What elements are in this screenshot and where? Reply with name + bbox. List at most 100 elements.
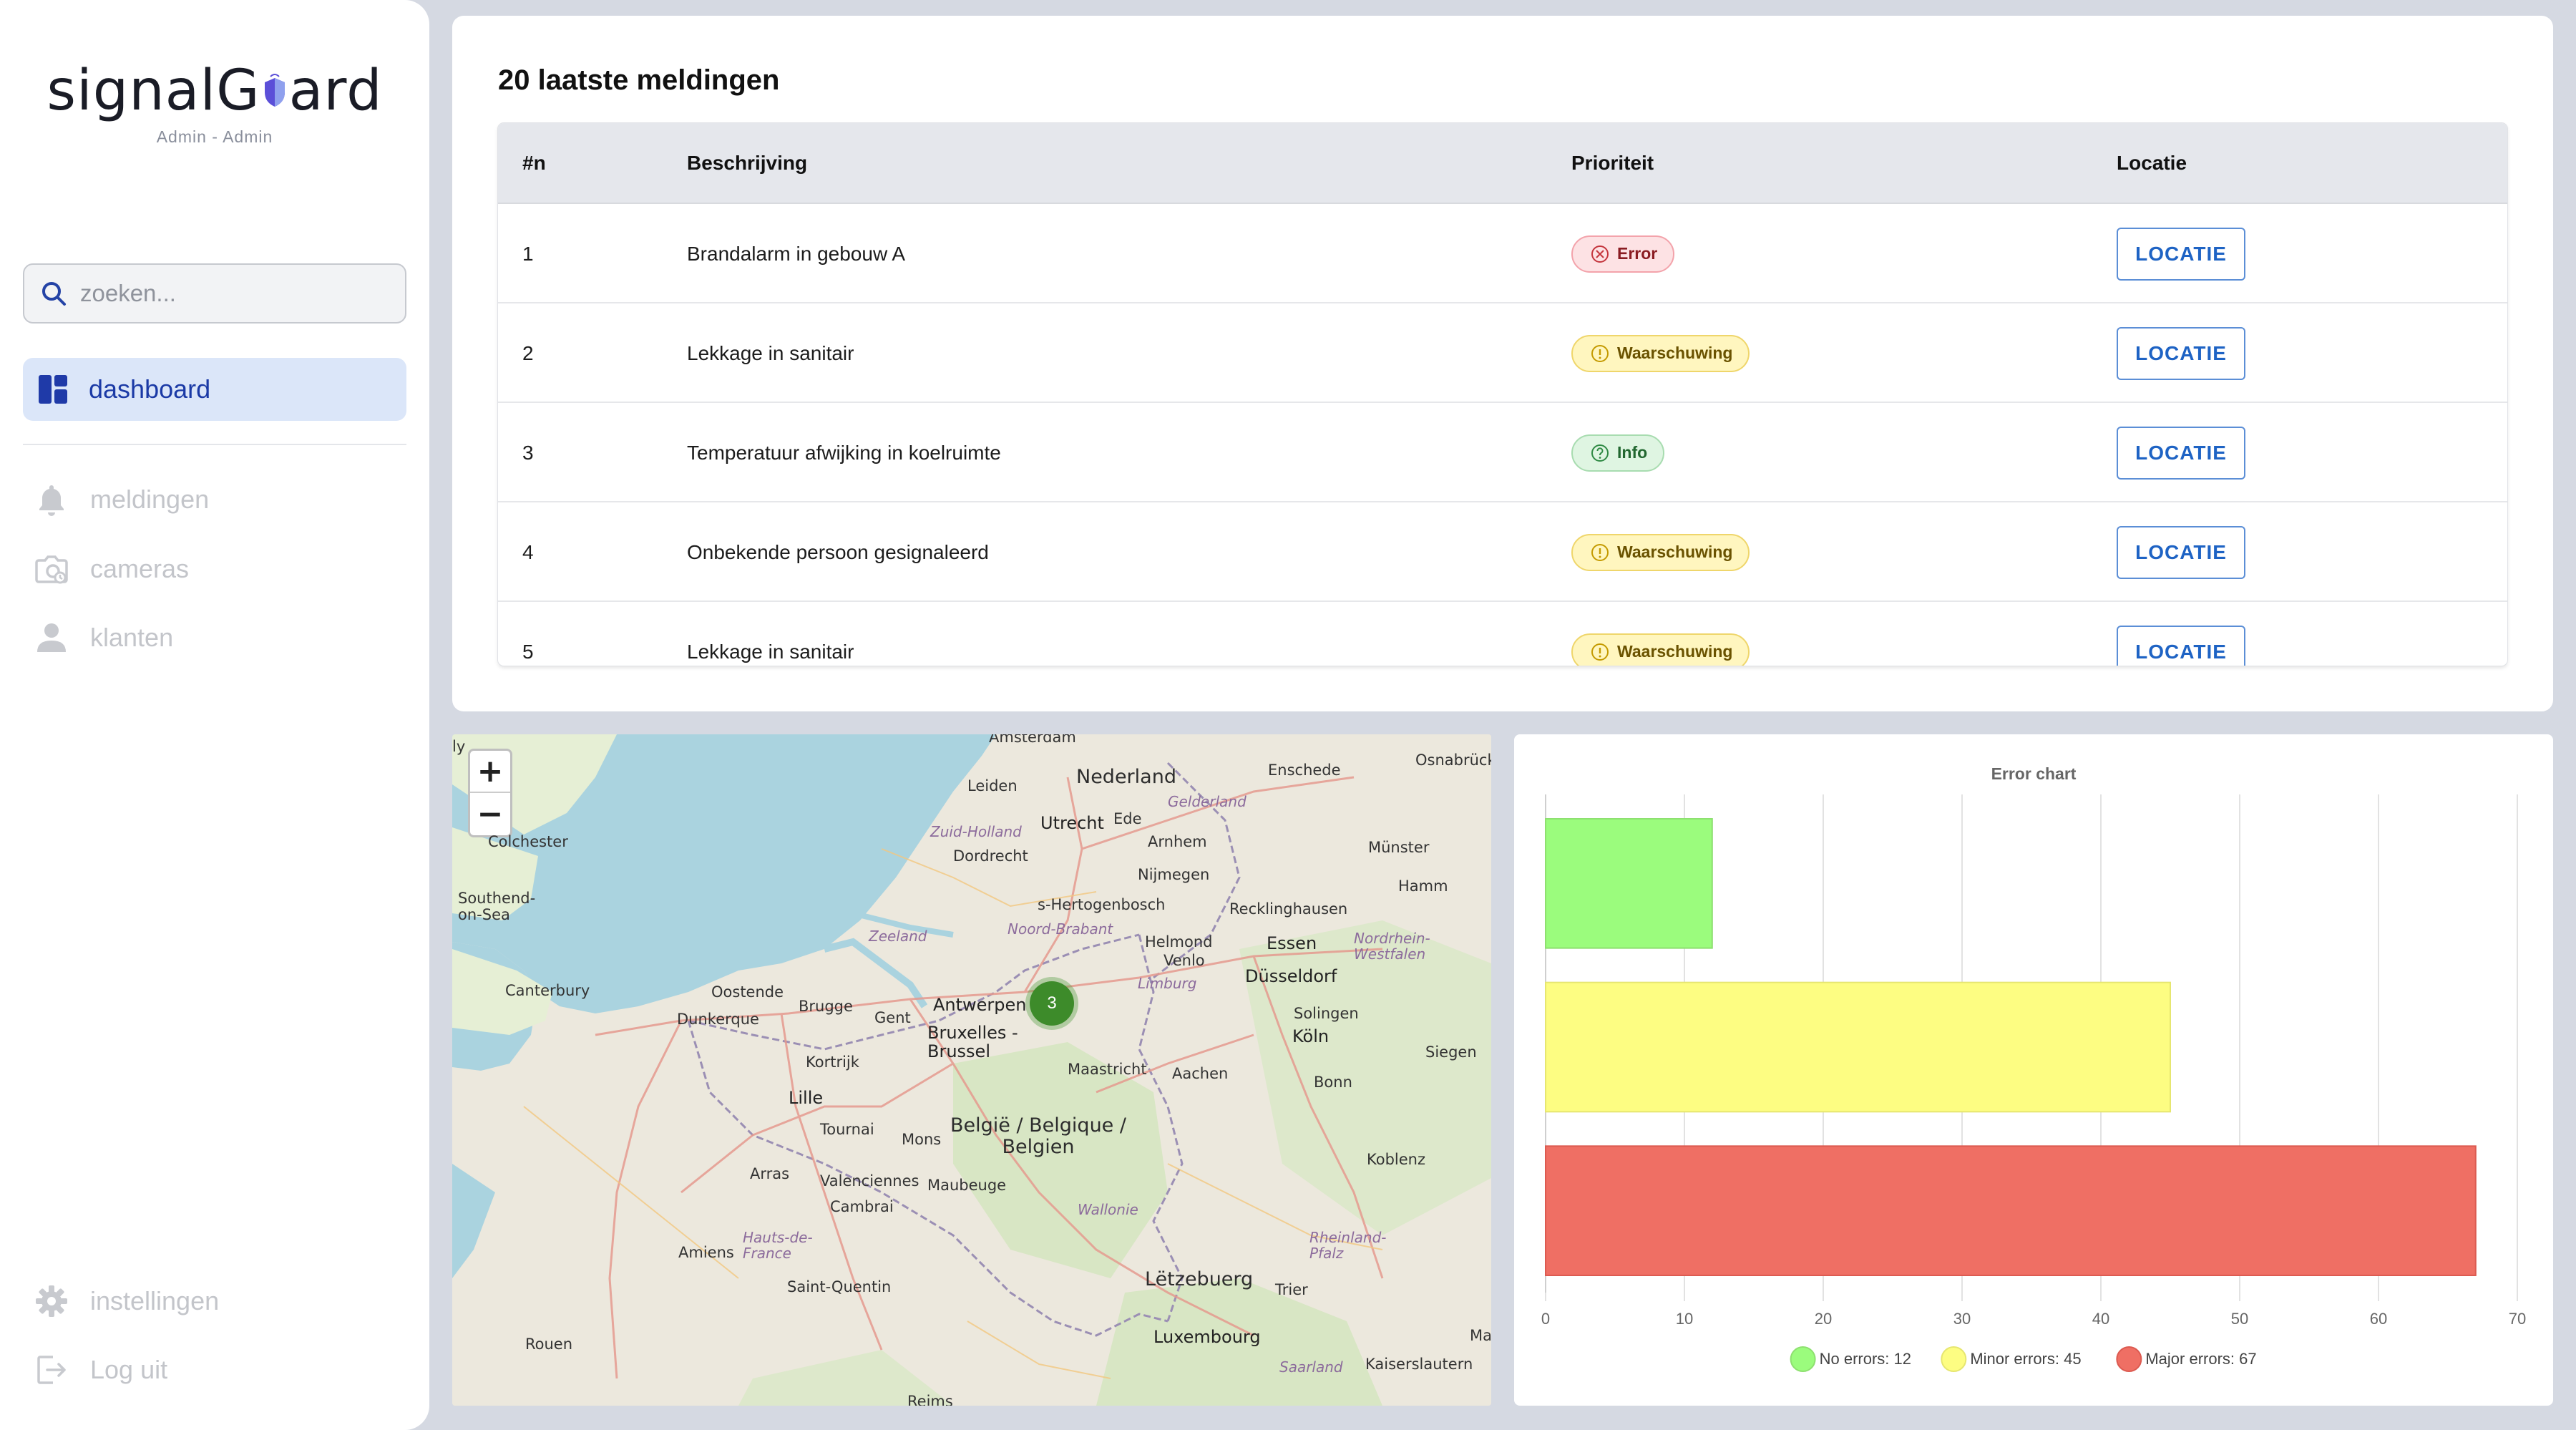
map-label: ly [452, 738, 466, 755]
search-input[interactable] [80, 280, 381, 307]
map-label: Hamm [1398, 877, 1448, 895]
map-label: Ede [1113, 810, 1142, 827]
row-priority: Info [1571, 403, 1665, 502]
priority-badge-warning: Waarschuwing [1571, 633, 1750, 666]
notifications-table[interactable]: #n Beschrijving Prioriteit Locatie 1 Bra… [498, 123, 2507, 666]
row-number: 2 [522, 341, 534, 364]
map-label: Wallonie [1078, 1201, 1138, 1218]
location-button[interactable]: LOCATIE [2117, 525, 2245, 579]
badge-label: Waarschuwing [1617, 642, 1733, 661]
sidebar-item-dashboard[interactable]: dashboard [23, 358, 406, 421]
warning-circle-icon [1591, 543, 1609, 561]
sidebar-item-cameras[interactable]: cameras [34, 548, 189, 590]
map-label: Mons [902, 1131, 942, 1148]
map-label: Antwerpen [933, 995, 1027, 1015]
column-header-priority: Prioriteit [1571, 151, 1654, 174]
user-role-line: Admin - Admin [156, 127, 273, 146]
legend-label[interactable]: No errors: 12 [1820, 1350, 1911, 1368]
location-button[interactable]: LOCATIE [2117, 227, 2245, 281]
location-button[interactable]: LOCATIE [2117, 625, 2245, 666]
row-priority: Waarschuwing [1571, 502, 1750, 602]
map-label: Enschede [1268, 762, 1341, 779]
row-number: 5 [522, 640, 534, 663]
map-label: Kaiserslautern [1365, 1356, 1473, 1373]
bar-no-errors[interactable] [1545, 818, 1713, 949]
row-location: LOCATIE [2117, 403, 2245, 502]
map-label: Siegen [1425, 1044, 1477, 1061]
map-label: Nordrhein- Westfalen [1354, 930, 1430, 963]
bell-icon [39, 485, 64, 516]
badge-label: Info [1617, 443, 1648, 462]
row-location: LOCATIE [2117, 204, 2245, 303]
sidebar-item-meldingen[interactable]: meldingen [34, 478, 209, 521]
person-icon [37, 623, 66, 652]
table-row: 2 Lekkage in sanitair Waarschuwing LOCAT… [498, 303, 2507, 403]
map-label: Southend- on-Sea [458, 890, 536, 924]
chart-legend[interactable]: No errors: 12 Minor errors: 45 Major error… [1790, 1346, 2257, 1372]
camera-icon [35, 555, 68, 584]
search-box[interactable] [23, 263, 406, 324]
map-label: Amsterdam [989, 734, 1076, 746]
sidebar-item-klanten[interactable]: klanten [34, 616, 173, 659]
sidebar-item-instellingen[interactable]: instellingen [34, 1280, 219, 1323]
map-view[interactable]: + − 3 ly Amsterdam Nederland Enschede Os… [452, 734, 1491, 1406]
shield-icon [264, 74, 285, 107]
legend-label[interactable]: Major errors: 67 [2145, 1350, 2256, 1368]
row-location: LOCATIE [2117, 502, 2245, 602]
map-label: België / Belgique / Belgien [950, 1114, 1126, 1158]
map-label: Brugge [799, 998, 853, 1015]
map-label: Ma [1470, 1327, 1491, 1344]
map-label: Köln [1292, 1026, 1330, 1046]
map-label: Bruxelles - Brussel [927, 1023, 1018, 1062]
map-label: Nederland [1076, 766, 1176, 788]
map-label: Lille [789, 1088, 824, 1108]
legend-swatch[interactable] [2116, 1346, 2142, 1372]
table-row: 1 Brandalarm in gebouw A Error LOCATIE [498, 204, 2507, 303]
map-label: Oostende [711, 983, 784, 1001]
location-button[interactable]: LOCATIE [2117, 326, 2245, 380]
bar-minor-errors[interactable] [1545, 981, 2171, 1113]
legend-swatch[interactable] [1790, 1346, 1816, 1372]
map-zoom-control: + − [468, 749, 512, 837]
legend-swatch[interactable] [1941, 1346, 1967, 1372]
row-location: LOCATIE [2117, 303, 2245, 403]
x-tick-label: 40 [2092, 1310, 2109, 1328]
table-row: 5 Lekkage in sanitair Waarschuwing LOCAT… [498, 602, 2507, 666]
map-label: Gelderland [1168, 793, 1246, 810]
x-tick-label: 10 [1676, 1310, 1693, 1328]
map-label: Zeeland [869, 928, 927, 945]
x-tick-label: 50 [2231, 1310, 2248, 1328]
error-chart-card: Error chart 0 10 20 30 40 50 60 70 No errors: 1… [1514, 734, 2553, 1406]
map-label: Bonn [1314, 1074, 1352, 1091]
map-label: Luxembourg [1153, 1327, 1261, 1347]
x-tick-label: 20 [1815, 1310, 1832, 1328]
brand-logo: signalG ard Admin - Admin [0, 63, 429, 147]
map-label: Reims [907, 1393, 953, 1406]
legend-label[interactable]: Minor errors: 45 [1970, 1350, 2081, 1368]
logo-text-part1: signalG [47, 59, 260, 123]
badge-label: Error [1617, 244, 1658, 263]
location-button[interactable]: LOCATIE [2117, 426, 2245, 480]
map-marker-cluster[interactable]: 3 [1030, 981, 1074, 1026]
zoom-in-button[interactable]: + [470, 751, 510, 793]
sidebar-item-logout[interactable]: Log uit [34, 1348, 167, 1391]
x-tick-label: 30 [1953, 1310, 1971, 1328]
row-description: Brandalarm in gebouw A [687, 242, 906, 265]
sidebar-item-label: dashboard [89, 374, 211, 404]
map-label: Nijmegen [1138, 866, 1210, 883]
bar-major-errors[interactable] [1545, 1145, 2477, 1276]
map-label: Helmond [1145, 933, 1213, 950]
map-label: Gent [874, 1009, 911, 1026]
chart-title: Error chart [1991, 764, 2077, 783]
row-number: 4 [522, 540, 534, 563]
sidebar-item-label: klanten [90, 623, 174, 652]
row-description: Lekkage in sanitair [687, 341, 854, 364]
map-label: Essen [1267, 933, 1317, 953]
chart-bars [1545, 818, 2477, 1276]
priority-badge-error: Error [1571, 235, 1675, 273]
zoom-out-button[interactable]: − [470, 793, 510, 835]
row-description: Onbekende persoon gesignaleerd [687, 540, 989, 563]
map-label: Canterbury [505, 982, 590, 999]
notifications-card: 20 laatste meldingen #n Beschrijving Pri… [452, 16, 2553, 711]
row-number: 3 [522, 441, 534, 464]
